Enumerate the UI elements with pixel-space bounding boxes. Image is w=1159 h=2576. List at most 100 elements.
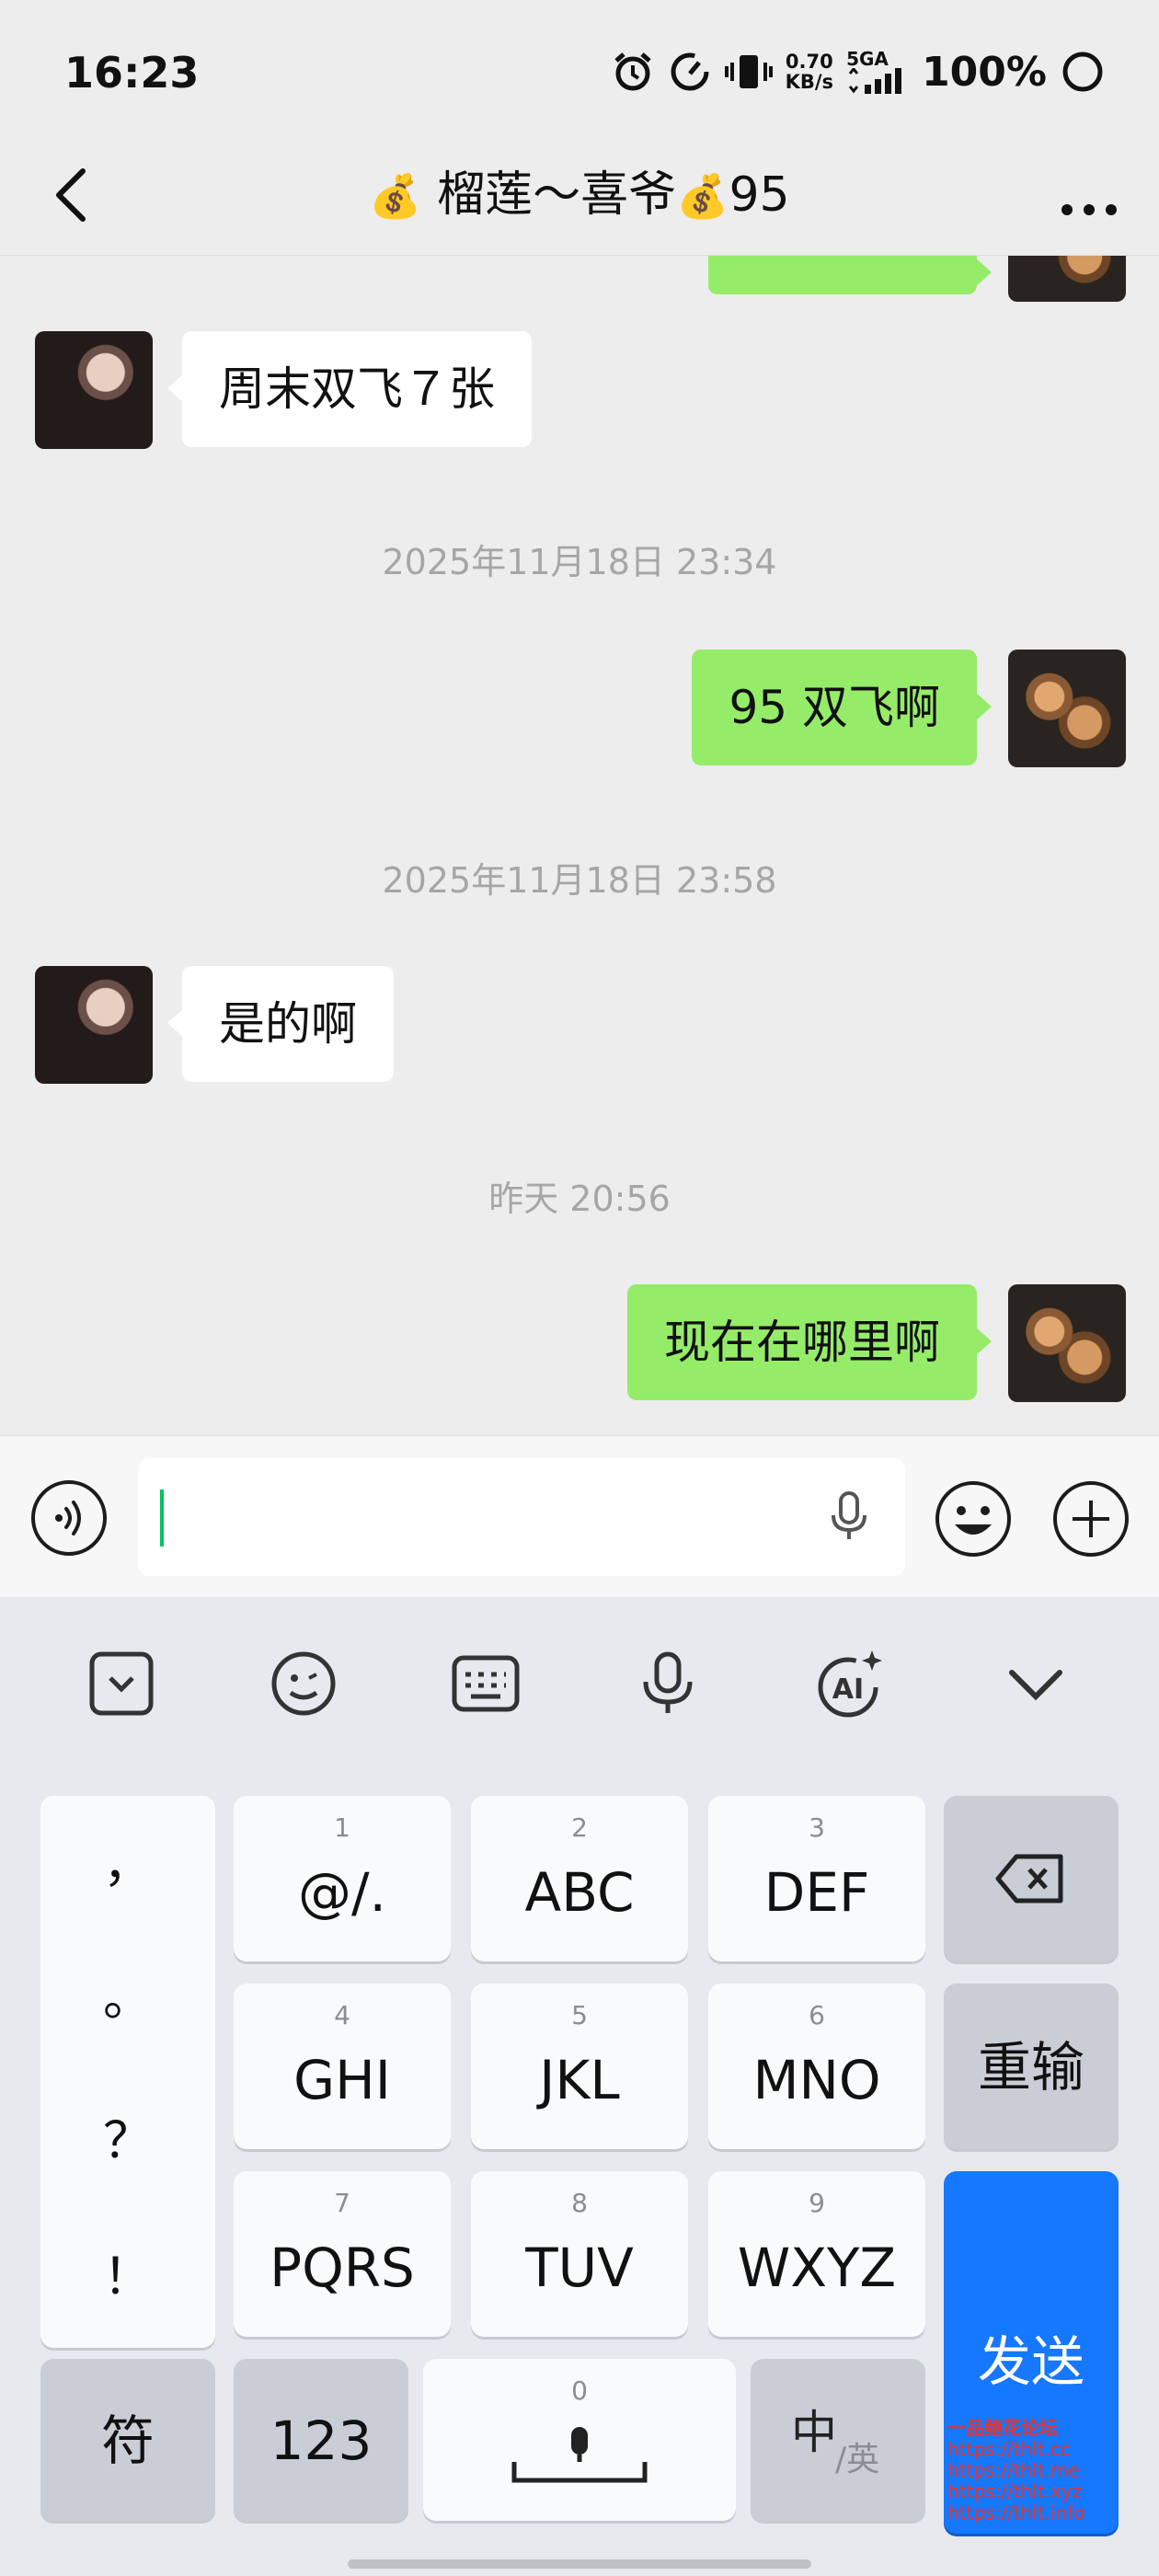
alarm-icon <box>614 52 651 91</box>
home-indicator[interactable] <box>348 2559 811 2569</box>
keyboard: AI ， 。 ？ ！ 1 @/. 2 ABC 3 DEF 4 GHI 5 JKL… <box>0 1597 1159 2576</box>
space-key[interactable]: 0 <box>423 2359 736 2521</box>
message-text: 现在在哪里啊 <box>664 1316 940 1369</box>
composer <box>0 1435 1159 1597</box>
lang-sub-label: /英 <box>835 2441 880 2478</box>
keyboard-toolbar: AI <box>0 1597 1159 1763</box>
key-label: PQRS <box>270 2237 415 2299</box>
symbols-key[interactable]: 符 <box>40 2359 215 2521</box>
key-7[interactable]: 7 PQRS <box>234 2171 451 2337</box>
punctuation-column[interactable]: ， 。 ？ ！ <box>40 1796 215 2348</box>
key-2[interactable]: 2 ABC <box>471 1796 688 1961</box>
reenter-key[interactable]: 重输 <box>944 1984 1119 2149</box>
battery-ring-icon <box>1062 52 1103 92</box>
key-number: 1 <box>334 1812 350 1843</box>
backspace-key[interactable] <box>944 1796 1119 1961</box>
key-number: 0 <box>571 2375 588 2406</box>
status-bar: 16:23 0.70 KB/s 5GA 100% <box>0 0 1159 138</box>
watermark-line: https://thlt.info <box>947 2501 1085 2524</box>
key-9[interactable]: 9 WXYZ <box>708 2171 925 2337</box>
message-timestamp: 2025年11月18日 23:58 <box>382 860 777 901</box>
key-8[interactable]: 8 TUV <box>471 2171 688 2337</box>
language-switch-key[interactable]: 中 /英 <box>751 2359 925 2521</box>
key-6[interactable]: 6 MNO <box>708 1984 925 2149</box>
key-number: 8 <box>571 2188 588 2218</box>
key-number: 7 <box>334 2188 350 2218</box>
key-number: 5 <box>571 2000 588 2030</box>
message-timestamp: 2025年11月18日 23:34 <box>382 542 777 582</box>
mic-icon[interactable] <box>819 1486 879 1547</box>
key-label: @/. <box>298 1861 386 1924</box>
chat-header: 💰 榴莲～喜爷💰95 <box>0 138 1159 256</box>
message-bubble-outgoing[interactable]: 95 双飞啊 <box>692 650 992 765</box>
status-icons: 0.70 KB/s 5GA 100% <box>611 46 1106 98</box>
punct-question-key[interactable]: ？ <box>40 2099 215 2172</box>
chat-title-suffix: 95 <box>729 167 790 223</box>
voice-icon[interactable] <box>29 1478 109 1558</box>
text-caret <box>160 1489 164 1547</box>
avatar-self[interactable] <box>1008 1284 1126 1402</box>
watermark-line: 一品鲍花论坛 <box>947 2417 1058 2439</box>
backspace-icon <box>995 1854 1063 1903</box>
punct-exclaim-key[interactable]: ！ <box>40 2236 215 2308</box>
key-number: 9 <box>809 2188 825 2218</box>
avatar-self[interactable] <box>1008 256 1126 302</box>
chat-title-text: 榴莲～喜爷 <box>421 167 677 223</box>
message-bubble-outgoing[interactable]: … <box>708 256 992 294</box>
key-3[interactable]: 3 DEF <box>708 1796 925 1961</box>
message-bubble-incoming[interactable]: 是的啊 <box>167 966 394 1082</box>
watermark-line: https://thlt.cc <box>947 2438 1071 2460</box>
emoji-icon[interactable] <box>933 1478 1014 1559</box>
message-text: 是的啊 <box>219 997 357 1051</box>
message-bubble-outgoing[interactable]: 现在在哪里啊 <box>627 1284 992 1400</box>
message-bubble-incoming[interactable]: 周末双飞７张 <box>167 331 532 447</box>
mic-icon[interactable] <box>631 1647 705 1720</box>
message-text: 95 双飞啊 <box>729 681 940 734</box>
net-speed-value: 0.70 <box>785 51 833 73</box>
ai-icon[interactable]: AI <box>813 1647 887 1720</box>
key-label: ABC <box>524 1861 635 1924</box>
chat-title[interactable]: 💰 榴莲～喜爷💰95 <box>0 158 1159 233</box>
more-dots-icon[interactable] <box>1052 162 1126 236</box>
key-label: 123 <box>270 2409 373 2472</box>
net-speed: 0.70 KB/s <box>786 52 833 92</box>
status-time: 16:23 <box>64 48 200 98</box>
key-number: 2 <box>571 1812 588 1843</box>
speed-gauge-icon <box>671 52 709 91</box>
key-label: DEF <box>763 1861 870 1924</box>
punct-comma-key[interactable]: ， <box>40 1823 215 1896</box>
money-bag-icon: 💰 <box>676 171 729 221</box>
message-timestamp: 昨天 20:56 <box>488 1179 671 1219</box>
key-label: WXYZ <box>737 2237 897 2299</box>
chevron-down-icon[interactable] <box>999 1647 1073 1720</box>
keyboard-icon[interactable] <box>449 1647 522 1720</box>
signal-block: 5GA <box>846 50 909 94</box>
money-bag-icon: 💰 <box>369 171 422 221</box>
key-label: GHI <box>293 2049 391 2111</box>
key-label: JKL <box>539 2049 620 2111</box>
send-label: 发送 <box>977 2330 1084 2393</box>
key-number: 4 <box>334 2000 350 2030</box>
avatar-self[interactable] <box>1008 650 1126 767</box>
message-text: 周末双飞７张 <box>219 362 495 416</box>
network-type: 5GA <box>846 48 889 70</box>
punct-period-key[interactable]: 。 <box>40 1957 215 2030</box>
numbers-key[interactable]: 123 <box>234 2359 408 2521</box>
emoji-face-icon[interactable] <box>267 1647 340 1720</box>
key-number: 3 <box>809 1812 825 1843</box>
avatar-contact[interactable] <box>35 331 153 449</box>
plus-icon[interactable] <box>1050 1478 1131 1559</box>
signal-icon <box>848 68 902 94</box>
key-5[interactable]: 5 JKL <box>471 1984 688 2149</box>
key-label: MNO <box>752 2049 881 2111</box>
key-label: TUV <box>525 2237 634 2299</box>
key-4[interactable]: 4 GHI <box>234 1984 451 2149</box>
message-input[interactable] <box>138 1458 905 1576</box>
key-number: 6 <box>809 2000 825 2030</box>
lang-main-label: 中 <box>791 2406 837 2459</box>
collapse-box-icon[interactable] <box>85 1647 158 1720</box>
avatar-contact[interactable] <box>35 966 153 1084</box>
watermark-line: https://thlt.me <box>947 2459 1080 2481</box>
message-list[interactable]: … 周末双飞７张 2025年11月18日 23:34 95 双飞啊 2025年1… <box>0 256 1159 1435</box>
key-1[interactable]: 1 @/. <box>234 1796 451 1961</box>
